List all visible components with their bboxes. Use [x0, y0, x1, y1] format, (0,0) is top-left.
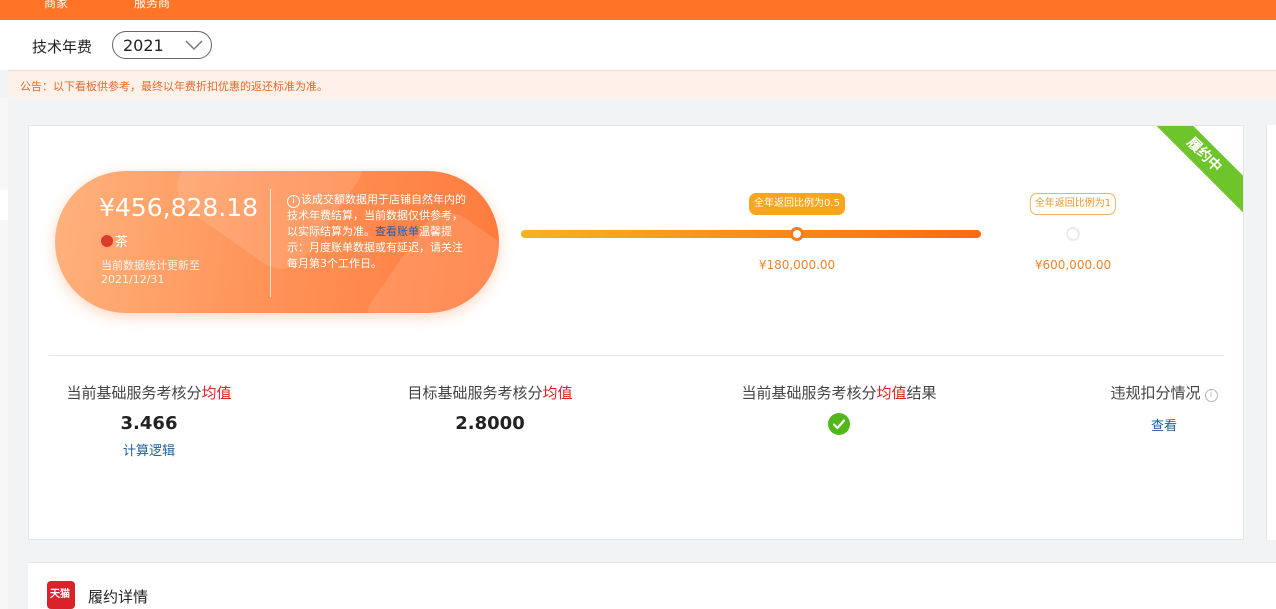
top-nav-bar: 商家 服务商 — [0, 0, 1276, 20]
notice-text: 公告：以下看板供参考，最终以年费折扣优惠的返还标准为准。 — [20, 80, 328, 93]
metric-target-score: 目标基础服务考核分均值 2.8000 — [390, 382, 590, 434]
update-label: 当前数据统计更新至 — [101, 259, 200, 272]
chevron-down-icon — [185, 40, 203, 51]
gmv-amount: ¥456,828.18 — [99, 193, 259, 222]
metric-violation-label: 违规扣分情况 i — [1099, 382, 1229, 403]
view-bill-link[interactable]: 查看账单 — [375, 225, 419, 238]
metric-target-value: 2.8000 — [455, 413, 525, 434]
tmall-logo: 天猫 — [47, 581, 75, 609]
refund-progress-fill — [521, 230, 981, 238]
year-filter-bar: 技术年费 2021 — [0, 20, 1276, 70]
check-icon — [828, 413, 850, 435]
metric-current-value: 3.466 — [120, 413, 178, 434]
category-text: 茶 — [115, 235, 129, 250]
status-ribbon: 履约中 — [1141, 126, 1243, 218]
tmall-logo-text: 天猫 — [50, 589, 70, 600]
notice-banner: 公告：以下看板供参考，最终以年费折扣优惠的返还标准为准。 — [8, 70, 1276, 98]
category-icon — [101, 235, 113, 247]
milestone-amount-1: ¥180,000.00 — [758, 258, 836, 272]
tab-service-provider[interactable]: 服务商 — [134, 0, 170, 11]
milestone-tip-1: 全年返回比例为0.5 — [749, 193, 845, 215]
section-divider — [49, 355, 1224, 356]
metric-result-label: 当前基础服务考核分均值结果 — [741, 384, 937, 402]
fulfillment-section: 天猫 履约详情 — [28, 562, 1276, 609]
milestone-tip-2: 全年返回比例为1 — [1029, 193, 1117, 215]
metric-violation: 违规扣分情况 i 查看 — [1099, 382, 1229, 434]
metric-current-label: 当前基础服务考核分均值 — [66, 384, 232, 402]
metric-result: 当前基础服务考核分均值结果 — [729, 382, 949, 439]
pill-divider — [270, 189, 271, 297]
update-date: 2021/12/31 — [101, 273, 165, 286]
category-label: 茶 — [101, 231, 128, 250]
fulfillment-title: 履约详情 — [88, 588, 149, 606]
help-icon[interactable]: i — [1204, 389, 1218, 402]
info-icon: i — [287, 195, 300, 208]
year-select-value: 2021 — [123, 36, 164, 55]
view-violation-link[interactable]: 查看 — [1099, 415, 1229, 434]
year-filter-label: 技术年费 — [32, 38, 93, 56]
calc-logic-link[interactable]: 计算逻辑 — [49, 440, 249, 459]
milestone-node-2 — [1066, 227, 1080, 241]
adjacent-card-edge — [1266, 125, 1276, 540]
left-edge — [0, 98, 8, 609]
tab-merchant[interactable]: 商家 — [44, 0, 68, 11]
summary-card: 履约中 ¥456,828.18 茶 当前数据统计更新至 2021/12/31 i… — [28, 125, 1244, 540]
milestone-node-1 — [790, 227, 804, 241]
refund-progress-track: 全年返回比例为0.5 ¥180,000.00 — [521, 193, 981, 272]
milestone-amount-2: ¥600,000.00 — [1034, 258, 1112, 272]
gmv-summary-pill: ¥456,828.18 茶 当前数据统计更新至 2021/12/31 i 该成交额… — [55, 171, 499, 313]
metric-target-label: 目标基础服务考核分均值 — [407, 384, 573, 402]
year-select[interactable]: 2021 — [112, 31, 212, 59]
metric-current-score: 当前基础服务考核分均值 3.466 计算逻辑 — [49, 382, 249, 459]
gmv-description: i 该成交额数据用于店铺自然年内的技术年费结算，当前数据仅供参考，以实际结算为准。… — [287, 192, 471, 272]
status-ribbon-label: 履约中 — [1183, 134, 1225, 176]
